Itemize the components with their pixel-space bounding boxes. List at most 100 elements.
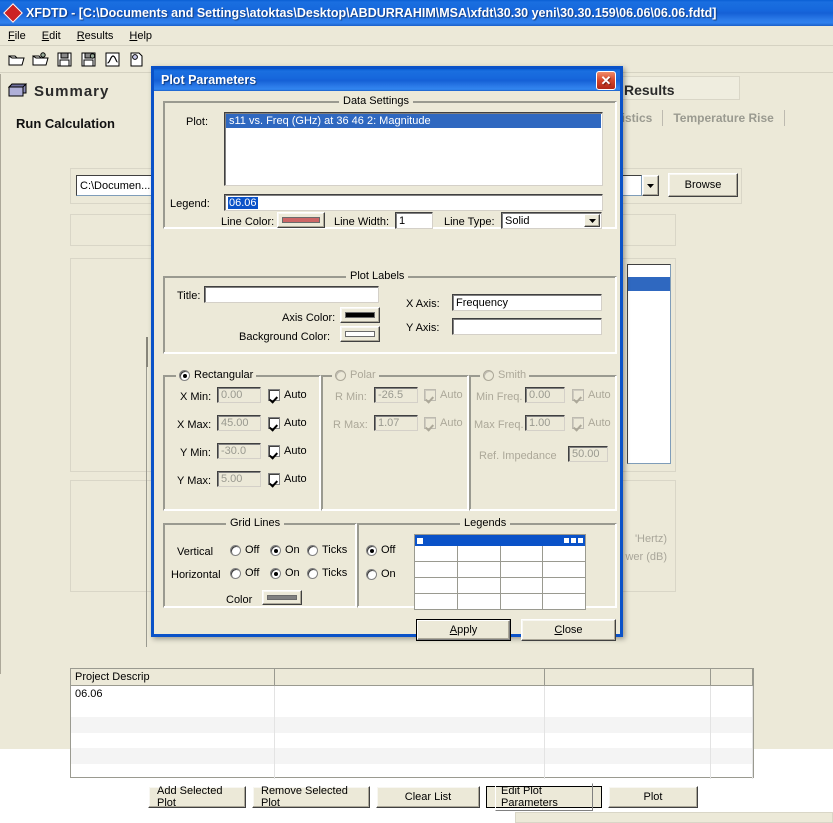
close-button[interactable]: Close (521, 619, 616, 641)
plot-curve-icon[interactable] (101, 49, 123, 70)
min-freq-input[interactable]: 0.00 (525, 387, 565, 403)
legends-grid-cell[interactable] (501, 546, 544, 561)
save-icon[interactable] (53, 49, 75, 70)
table-row[interactable] (71, 763, 753, 779)
grid-color-swatch-button[interactable] (262, 590, 302, 605)
menu-results[interactable]: Results (69, 28, 122, 44)
vertical-grid-off-radio[interactable]: Off (230, 544, 259, 556)
vertical-grid-ticks-radio[interactable]: Ticks (307, 544, 347, 556)
y-min-input[interactable]: -30.0 (217, 443, 261, 459)
x-max-input[interactable]: 45.00 (217, 415, 261, 431)
xfdtd-main-window: XFDTD - [C:\Documents and Settings\atokt… (0, 0, 833, 823)
legends-grid-cell[interactable] (501, 594, 544, 610)
y-min-auto-checkbox[interactable]: Auto (268, 445, 307, 457)
max-freq-auto-checkbox[interactable]: Auto (572, 417, 611, 429)
project-table-col-2[interactable] (275, 669, 545, 685)
legends-grid-cell[interactable] (501, 562, 544, 577)
clear-list-button[interactable]: Clear List (376, 786, 480, 808)
r-min-input[interactable]: -26.5 (374, 387, 418, 403)
x-axis-input[interactable]: Frequency (452, 294, 602, 311)
x-axis-label: X Axis: (406, 298, 440, 310)
legends-grid-cell[interactable] (415, 578, 458, 593)
legends-grid-row[interactable] (415, 562, 585, 578)
r-max-input[interactable]: 1.07 (374, 415, 418, 431)
document-icon[interactable] (125, 49, 147, 70)
legends-grid-cell[interactable] (543, 594, 585, 610)
panel-scroll-thumb[interactable] (146, 337, 148, 367)
legends-grid-cell[interactable] (415, 546, 458, 561)
y-axis-input[interactable] (452, 318, 602, 335)
menu-file[interactable]: File (0, 28, 34, 44)
project-table-col-4[interactable] (711, 669, 753, 685)
tab-temperature-rise[interactable]: Temperature Rise (663, 111, 783, 125)
project-table-col-3[interactable] (545, 669, 711, 685)
legends-grid-row[interactable] (415, 578, 585, 594)
x-min-auto-checkbox[interactable]: Auto (268, 389, 307, 401)
legends-grid-cell[interactable] (543, 562, 585, 577)
x-max-auto-checkbox[interactable]: Auto (268, 417, 307, 429)
legends-grid-cell[interactable] (458, 562, 501, 577)
legends-grid-row[interactable] (415, 594, 585, 610)
legends-off-radio[interactable]: Off (366, 544, 395, 556)
horizontal-grid-ticks-radio[interactable]: Ticks (307, 567, 347, 579)
legends-grid-cell[interactable] (458, 594, 501, 610)
menu-help[interactable]: Help (121, 28, 160, 44)
legends-grid-cell[interactable] (458, 546, 501, 561)
legends-grid-cell[interactable] (415, 594, 458, 610)
x-min-input[interactable]: 0.00 (217, 387, 261, 403)
table-row[interactable] (71, 748, 753, 764)
background-color-swatch-button[interactable] (340, 326, 380, 342)
legends-grid-cell[interactable] (415, 562, 458, 577)
browse-button[interactable]: Browse (668, 173, 738, 197)
plot-listbox[interactable]: s11 vs. Freq (GHz) at 36 46 2: Magnitude (224, 112, 603, 186)
horizontal-grid-on-radio[interactable]: On (270, 567, 300, 579)
table-row[interactable] (71, 732, 753, 748)
title-input[interactable] (204, 286, 379, 303)
legends-grid[interactable] (414, 534, 586, 610)
line-width-input[interactable]: 1 (395, 212, 433, 229)
background-plot-listbox-selected-row[interactable] (628, 277, 670, 291)
chevron-down-icon[interactable] (584, 214, 600, 227)
line-color-swatch-button[interactable] (277, 212, 325, 228)
r-min-auto-checkbox[interactable]: Auto (424, 389, 463, 401)
table-row[interactable] (71, 717, 753, 733)
smith-radio[interactable]: Smith (480, 369, 530, 381)
legends-grid-cell[interactable] (543, 546, 585, 561)
legends-grid-cell[interactable] (501, 578, 544, 593)
open-project-icon[interactable] (5, 49, 27, 70)
apply-button[interactable]: Apply (416, 619, 511, 641)
background-plot-listbox[interactable] (627, 264, 671, 464)
axis-ghost-label-hertz: 'Hertz) (634, 533, 667, 545)
remove-selected-plot-button[interactable]: Remove Selected Plot (252, 785, 370, 809)
line-type-combobox[interactable]: Solid (501, 212, 602, 229)
legends-grid-cell[interactable] (543, 578, 585, 593)
y-max-input[interactable]: 5.00 (217, 471, 261, 487)
add-selected-plot-button[interactable]: Add Selected Plot (148, 785, 246, 809)
save-as-icon[interactable] (77, 49, 99, 70)
plot-button[interactable]: Plot (608, 786, 698, 808)
project-path-dropdown-arrow-icon[interactable] (642, 175, 659, 196)
legends-grid-cell[interactable] (458, 578, 501, 593)
r-max-auto-checkbox[interactable]: Auto (424, 417, 463, 429)
y-max-auto-checkbox[interactable]: Auto (268, 473, 307, 485)
min-freq-auto-checkbox[interactable]: Auto (572, 389, 611, 401)
apply-accel: A (449, 624, 458, 636)
plot-listbox-item-selected[interactable]: s11 vs. Freq (GHz) at 36 46 2: Magnitude (226, 114, 601, 128)
legends-grid-row[interactable] (415, 546, 585, 562)
open-geometry-icon[interactable] (29, 49, 51, 70)
polar-radio[interactable]: Polar (332, 369, 379, 381)
close-x-icon[interactable]: ✕ (596, 71, 616, 90)
rectangular-radio[interactable]: Rectangular (176, 369, 257, 381)
legend-input[interactable]: 06.06 (224, 194, 603, 211)
max-freq-input[interactable]: 1.00 (525, 415, 565, 431)
menu-edit[interactable]: Edit (34, 28, 69, 44)
project-table-col-description[interactable]: Project Descrip (71, 669, 275, 685)
table-row[interactable] (71, 701, 753, 717)
vertical-grid-on-radio[interactable]: On (270, 544, 300, 556)
legends-on-radio[interactable]: On (366, 568, 396, 580)
horizontal-grid-off-radio[interactable]: Off (230, 567, 259, 579)
ref-impedance-input[interactable]: 50.00 (568, 446, 608, 462)
axis-color-swatch-button[interactable] (340, 307, 380, 323)
table-row[interactable]: 06.06 (71, 686, 753, 702)
edit-plot-parameters-button[interactable]: Edit Plot Parameters (486, 783, 602, 811)
